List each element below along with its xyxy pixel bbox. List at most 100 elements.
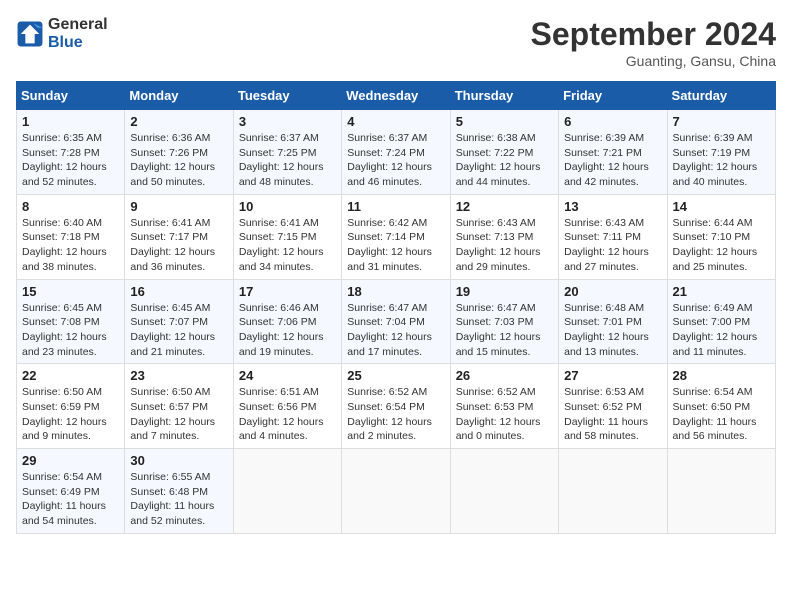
calendar-day-cell: 3Sunrise: 6:37 AM Sunset: 7:25 PM Daylig… [233, 110, 341, 195]
month-title: September 2024 [531, 16, 776, 53]
calendar-day-cell: 4 Sunrise: 6:37 AM Sunset: 7:24 PM Daylig… [342, 110, 450, 195]
day-info: Sunrise: 6:45 AM Sunset: 7:08 PM Dayligh… [22, 301, 119, 360]
day-info: Sunrise: 6:35 AM Sunset: 7:28 PM Dayligh… [22, 131, 119, 190]
weekday-header-cell: Monday [125, 82, 233, 110]
day-info: Sunrise: 6:39 AM Sunset: 7:19 PM Dayligh… [673, 131, 770, 190]
day-number: 6 [564, 114, 661, 129]
calendar-week-row: 8 Sunrise: 6:40 AM Sunset: 7:18 PM Daylig… [17, 194, 776, 279]
day-number: 2 [130, 114, 227, 129]
day-number: 23 [130, 368, 227, 383]
day-number: 19 [456, 284, 553, 299]
weekday-header-row: SundayMondayTuesdayWednesdayThursdayFrid… [17, 82, 776, 110]
calendar-day-cell: 15 Sunrise: 6:45 AM Sunset: 7:08 PM Dayli… [17, 279, 125, 364]
day-number: 26 [456, 368, 553, 383]
day-info: Sunrise: 6:54 AM Sunset: 6:49 PM Dayligh… [22, 470, 119, 529]
calendar-table: SundayMondayTuesdayWednesdayThursdayFrid… [16, 81, 776, 534]
calendar-day-cell [342, 449, 450, 534]
calendar-day-cell: 25 Sunrise: 6:52 AM Sunset: 6:54 PM Dayli… [342, 364, 450, 449]
day-number: 5 [456, 114, 553, 129]
day-info: Sunrise: 6:41 AM Sunset: 7:15 PM Dayligh… [239, 216, 336, 275]
day-number: 20 [564, 284, 661, 299]
day-info: Sunrise: 6:39 AM Sunset: 7:21 PM Dayligh… [564, 131, 661, 190]
day-info: Sunrise: 6:46 AM Sunset: 7:06 PM Dayligh… [239, 301, 336, 360]
day-number: 1 [22, 114, 119, 129]
day-number: 29 [22, 453, 119, 468]
page-header: General Blue September 2024 Guanting, Ga… [16, 16, 776, 69]
day-number: 13 [564, 199, 661, 214]
day-info: Sunrise: 6:49 AM Sunset: 7:00 PM Dayligh… [673, 301, 770, 360]
calendar-week-row: 29 Sunrise: 6:54 AM Sunset: 6:49 PM Dayli… [17, 449, 776, 534]
calendar-day-cell: 7 Sunrise: 6:39 AM Sunset: 7:19 PM Daylig… [667, 110, 775, 195]
weekday-header-cell: Tuesday [233, 82, 341, 110]
calendar-day-cell: 30 Sunrise: 6:55 AM Sunset: 6:48 PM Dayli… [125, 449, 233, 534]
logo: General Blue [16, 16, 108, 52]
day-number: 18 [347, 284, 444, 299]
day-number: 28 [673, 368, 770, 383]
day-number: 16 [130, 284, 227, 299]
calendar-day-cell [667, 449, 775, 534]
title-area: September 2024 Guanting, Gansu, China [531, 16, 776, 69]
day-number: 17 [239, 284, 336, 299]
calendar-day-cell [233, 449, 341, 534]
calendar-day-cell: 22Sunrise: 6:50 AM Sunset: 6:59 PM Dayli… [17, 364, 125, 449]
day-info: Sunrise: 6:43 AM Sunset: 7:11 PM Dayligh… [564, 216, 661, 275]
weekday-header-cell: Wednesday [342, 82, 450, 110]
day-number: 30 [130, 453, 227, 468]
day-info: Sunrise: 6:41 AM Sunset: 7:17 PM Dayligh… [130, 216, 227, 275]
calendar-body: 1 Sunrise: 6:35 AM Sunset: 7:28 PM Daylig… [17, 110, 776, 534]
calendar-day-cell: 12Sunrise: 6:43 AM Sunset: 7:13 PM Dayli… [450, 194, 558, 279]
day-number: 11 [347, 199, 444, 214]
logo-icon [16, 20, 44, 48]
day-info: Sunrise: 6:43 AM Sunset: 7:13 PM Dayligh… [456, 216, 553, 275]
calendar-week-row: 1 Sunrise: 6:35 AM Sunset: 7:28 PM Daylig… [17, 110, 776, 195]
calendar-day-cell: 13 Sunrise: 6:43 AM Sunset: 7:11 PM Dayli… [559, 194, 667, 279]
day-info: Sunrise: 6:45 AM Sunset: 7:07 PM Dayligh… [130, 301, 227, 360]
day-number: 25 [347, 368, 444, 383]
day-info: Sunrise: 6:38 AM Sunset: 7:22 PM Dayligh… [456, 131, 553, 190]
day-info: Sunrise: 6:47 AM Sunset: 7:04 PM Dayligh… [347, 301, 444, 360]
day-info: Sunrise: 6:42 AM Sunset: 7:14 PM Dayligh… [347, 216, 444, 275]
day-info: Sunrise: 6:55 AM Sunset: 6:48 PM Dayligh… [130, 470, 227, 529]
day-info: Sunrise: 6:48 AM Sunset: 7:01 PM Dayligh… [564, 301, 661, 360]
calendar-day-cell: 1 Sunrise: 6:35 AM Sunset: 7:28 PM Daylig… [17, 110, 125, 195]
calendar-day-cell: 28Sunrise: 6:54 AM Sunset: 6:50 PM Dayli… [667, 364, 775, 449]
weekday-header-cell: Sunday [17, 82, 125, 110]
day-number: 10 [239, 199, 336, 214]
weekday-header-cell: Thursday [450, 82, 558, 110]
calendar-day-cell: 18 Sunrise: 6:47 AM Sunset: 7:04 PM Dayli… [342, 279, 450, 364]
day-info: Sunrise: 6:47 AM Sunset: 7:03 PM Dayligh… [456, 301, 553, 360]
day-info: Sunrise: 6:44 AM Sunset: 7:10 PM Dayligh… [673, 216, 770, 275]
day-number: 3 [239, 114, 336, 129]
calendar-day-cell: 10 Sunrise: 6:41 AM Sunset: 7:15 PM Dayli… [233, 194, 341, 279]
day-number: 15 [22, 284, 119, 299]
calendar-day-cell: 24Sunrise: 6:51 AM Sunset: 6:56 PM Dayli… [233, 364, 341, 449]
day-info: Sunrise: 6:40 AM Sunset: 7:18 PM Dayligh… [22, 216, 119, 275]
location-subtitle: Guanting, Gansu, China [531, 53, 776, 69]
day-info: Sunrise: 6:53 AM Sunset: 6:52 PM Dayligh… [564, 385, 661, 444]
calendar-day-cell: 14Sunrise: 6:44 AM Sunset: 7:10 PM Dayli… [667, 194, 775, 279]
day-number: 4 [347, 114, 444, 129]
weekday-header-cell: Saturday [667, 82, 775, 110]
calendar-day-cell: 9Sunrise: 6:41 AM Sunset: 7:17 PM Daylig… [125, 194, 233, 279]
calendar-week-row: 15 Sunrise: 6:45 AM Sunset: 7:08 PM Dayli… [17, 279, 776, 364]
weekday-header-cell: Friday [559, 82, 667, 110]
day-info: Sunrise: 6:37 AM Sunset: 7:24 PM Dayligh… [347, 131, 444, 190]
day-number: 27 [564, 368, 661, 383]
calendar-day-cell: 20 Sunrise: 6:48 AM Sunset: 7:01 PM Dayli… [559, 279, 667, 364]
calendar-day-cell: 11 Sunrise: 6:42 AM Sunset: 7:14 PM Dayli… [342, 194, 450, 279]
calendar-day-cell: 16 Sunrise: 6:45 AM Sunset: 7:07 PM Dayli… [125, 279, 233, 364]
day-info: Sunrise: 6:51 AM Sunset: 6:56 PM Dayligh… [239, 385, 336, 444]
calendar-day-cell: 27 Sunrise: 6:53 AM Sunset: 6:52 PM Dayli… [559, 364, 667, 449]
day-info: Sunrise: 6:52 AM Sunset: 6:54 PM Dayligh… [347, 385, 444, 444]
logo-text: General Blue [48, 16, 108, 52]
calendar-day-cell: 6 Sunrise: 6:39 AM Sunset: 7:21 PM Daylig… [559, 110, 667, 195]
day-info: Sunrise: 6:50 AM Sunset: 6:57 PM Dayligh… [130, 385, 227, 444]
day-number: 7 [673, 114, 770, 129]
calendar-day-cell: 23 Sunrise: 6:50 AM Sunset: 6:57 PM Dayli… [125, 364, 233, 449]
day-number: 8 [22, 199, 119, 214]
calendar-day-cell [559, 449, 667, 534]
calendar-day-cell: 29 Sunrise: 6:54 AM Sunset: 6:49 PM Dayli… [17, 449, 125, 534]
calendar-day-cell: 21Sunrise: 6:49 AM Sunset: 7:00 PM Dayli… [667, 279, 775, 364]
calendar-day-cell: 8 Sunrise: 6:40 AM Sunset: 7:18 PM Daylig… [17, 194, 125, 279]
day-info: Sunrise: 6:50 AM Sunset: 6:59 PM Dayligh… [22, 385, 119, 444]
